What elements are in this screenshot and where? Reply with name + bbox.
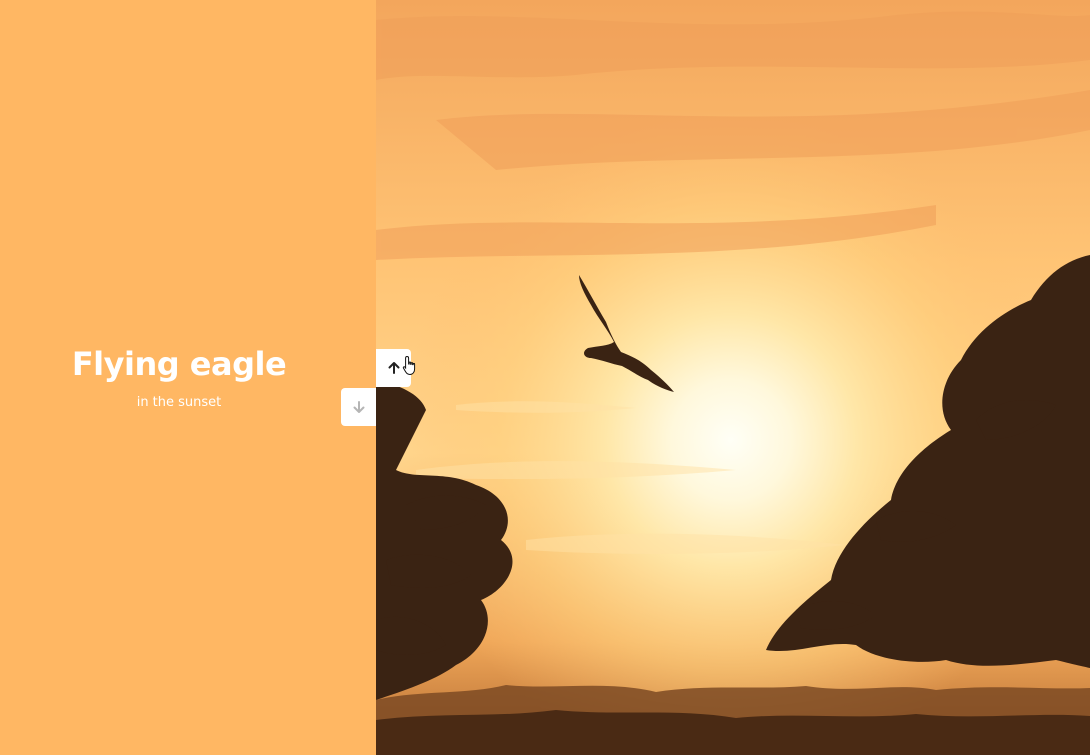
slide-caption: Flying eagle in the sunset: [0, 343, 358, 412]
arrow-down-icon: [353, 401, 364, 413]
caption-panel: Flying eagle in the sunset: [0, 0, 376, 755]
slider: Flying eagle in the sunset: [0, 0, 1090, 755]
prev-slide-button[interactable]: [376, 349, 411, 387]
sunset-eagle-image: [376, 0, 1090, 755]
next-slide-button[interactable]: [341, 388, 376, 426]
slide-photo: [376, 0, 1090, 755]
arrow-up-icon: [388, 362, 399, 374]
slide-subtitle: in the sunset: [136, 395, 222, 410]
slide-title: Flying eagle: [71, 345, 287, 383]
